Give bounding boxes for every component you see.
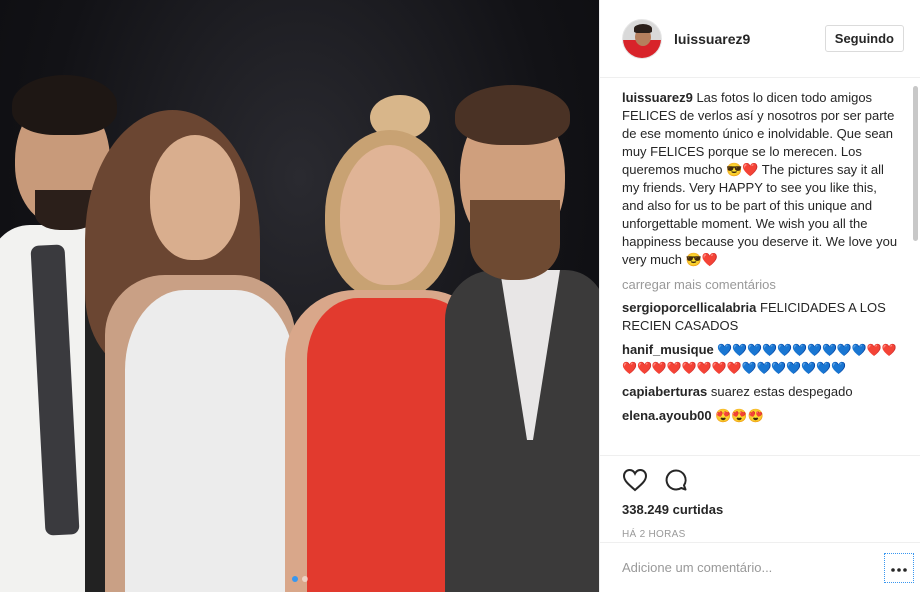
- caption-text: Las fotos lo dicen todo amigos FELICES d…: [622, 90, 898, 267]
- comment-text: 😍😍😍: [715, 408, 764, 423]
- carousel-dot-2[interactable]: [301, 576, 308, 582]
- following-button[interactable]: Seguindo: [824, 25, 904, 52]
- comment-input[interactable]: [622, 560, 884, 575]
- carousel-dot-1[interactable]: [291, 576, 298, 582]
- post-photo[interactable]: [0, 0, 599, 592]
- comments-scrollbar[interactable]: [913, 86, 918, 241]
- comment-username[interactable]: capiaberturas: [622, 384, 707, 399]
- comments-section: luissuarez9 Las fotos lo dicen todo amig…: [600, 78, 920, 455]
- comment-text: suarez estas despegado: [710, 384, 853, 399]
- likes-count[interactable]: 338.249 curtidas: [622, 502, 898, 517]
- comment-username[interactable]: hanif_musique: [622, 342, 714, 357]
- comment-username[interactable]: sergioporcellicalabria: [622, 300, 756, 315]
- comment-username[interactable]: elena.ayoub00: [622, 408, 712, 423]
- comment-item: elena.ayoub00 😍😍😍: [622, 407, 898, 425]
- person-right: [445, 80, 599, 592]
- header-username[interactable]: luissuarez9: [674, 31, 825, 47]
- comment-item: hanif_musique 💙💙💙💙💙💙💙💙💙💙❤️❤️❤️❤️❤️❤️❤️❤️…: [622, 341, 898, 377]
- avatar[interactable]: [622, 18, 662, 59]
- load-more-comments[interactable]: carregar mais comentários: [622, 277, 898, 292]
- heart-icon[interactable]: [622, 468, 648, 495]
- post-caption: luissuarez9 Las fotos lo dicen todo amig…: [622, 89, 898, 269]
- person-bride: [85, 110, 305, 592]
- comment-item: capiaberturas suarez estas despegado: [622, 383, 898, 401]
- carousel-dots[interactable]: [291, 576, 308, 582]
- add-comment-bar: [600, 542, 920, 592]
- comment-icon[interactable]: [664, 468, 688, 495]
- caption-username[interactable]: luissuarez9: [622, 90, 693, 105]
- more-options-icon: [891, 560, 907, 575]
- post-sidebar: luissuarez9 Seguindo luissuarez9 Las fot…: [599, 0, 920, 592]
- post-actions: 338.249 curtidas HÁ 2 HORAS: [600, 455, 920, 540]
- post-header: luissuarez9 Seguindo: [600, 0, 920, 78]
- comment-item: sergioporcellicalabria FELICIDADES A LOS…: [622, 299, 898, 335]
- instagram-post: luissuarez9 Seguindo luissuarez9 Las fot…: [0, 0, 920, 592]
- post-timestamp[interactable]: HÁ 2 HORAS: [622, 529, 898, 540]
- more-options-button[interactable]: [884, 552, 914, 583]
